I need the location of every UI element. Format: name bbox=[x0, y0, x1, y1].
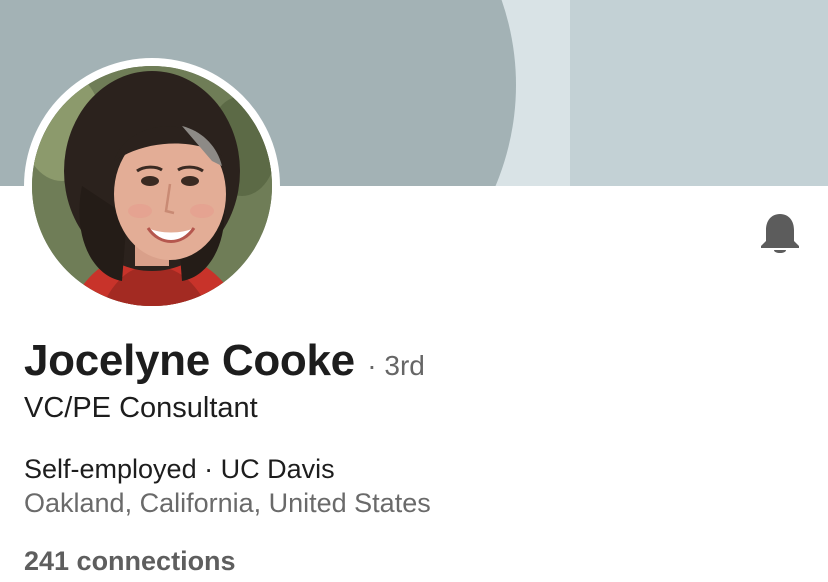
connections-count[interactable]: 241 connections bbox=[24, 546, 236, 577]
profile-name: Jocelyne Cooke bbox=[24, 336, 355, 385]
name-row: Jocelyne Cooke · 3rd bbox=[24, 336, 425, 386]
avatar[interactable] bbox=[32, 66, 272, 306]
avatar-photo bbox=[32, 66, 272, 306]
profile-location: Oakland, California, United States bbox=[24, 488, 431, 518]
bell-icon[interactable] bbox=[757, 210, 803, 256]
connection-degree: · 3rd bbox=[367, 350, 425, 381]
company-education: Self-employed · UC Davis bbox=[24, 454, 335, 484]
profile-headline: VC/PE Consultant bbox=[24, 392, 258, 424]
profile-page: Jocelyne Cooke · 3rd VC/PE Consultant Se… bbox=[0, 0, 828, 582]
